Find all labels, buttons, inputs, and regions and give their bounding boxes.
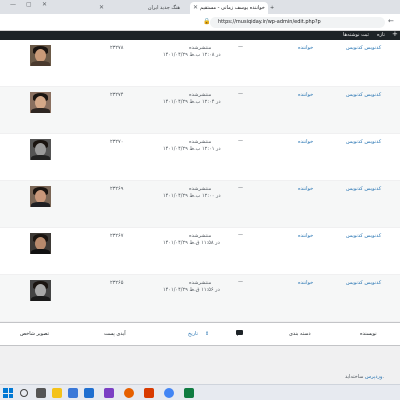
store-icon[interactable] xyxy=(68,388,78,398)
featured-image-thumbnail[interactable] xyxy=(30,280,51,301)
column-author: نویسنده xyxy=(360,331,377,337)
column-date-sort[interactable]: تاریخ xyxy=(188,331,198,337)
windows-taskbar xyxy=(0,384,400,400)
table-row[interactable]: کدنویس کدنویس خواننده — منتشرشده ۱۴۰۱/۰۴… xyxy=(0,40,400,87)
column-featured-image: تصویر شاخص xyxy=(20,331,49,337)
tab-title: خواننده یوسف زمانی - مستقیم xyxy=(200,5,265,11)
post-date: ۱۴۰۱/۰۴/۲۹ در ۱۱:۵۶ ق.ظ xyxy=(163,287,220,293)
firefox-icon[interactable] xyxy=(124,388,134,398)
browser-tab-active[interactable]: ✕ خواننده یوسف زمانی - مستقیم xyxy=(190,2,268,14)
add-new-icon[interactable]: + xyxy=(392,31,398,38)
minimize-icon[interactable]: — xyxy=(10,1,16,8)
comments-count: — xyxy=(238,232,243,238)
comments-count: — xyxy=(238,185,243,191)
post-status: منتشرشده xyxy=(189,139,212,145)
column-categories: دسته بندی xyxy=(289,331,311,337)
file-explorer-icon[interactable] xyxy=(52,388,62,398)
featured-image-thumbnail[interactable] xyxy=(30,139,51,160)
post-id: ۲۳۲۶۵ xyxy=(110,280,124,286)
wp-admin-bar: + تازه ثبت نوشته‌ها xyxy=(0,31,400,40)
browser-tab-other[interactable]: ✕ هنگ جدید ایران xyxy=(96,2,184,14)
table-footer-header: نویسنده دسته بندی تاریخ ⇕ آیدی پست تصویر… xyxy=(0,322,400,346)
maximize-icon[interactable]: ▢ xyxy=(26,1,32,8)
comments-count: — xyxy=(238,138,243,144)
search-icon[interactable] xyxy=(20,389,28,397)
table-row[interactable]: کدنویس کدنویس خواننده — منتشرشده ۱۴۰۱/۰۴… xyxy=(0,275,400,322)
post-status: منتشرشده xyxy=(189,186,212,192)
author-link[interactable]: کدنویس کدنویس xyxy=(346,280,381,286)
comments-count: — xyxy=(238,91,243,97)
featured-image-thumbnail[interactable] xyxy=(30,233,51,254)
post-date: ۱۴۰۱/۰۴/۲۹ در ۱۲:۰۸ ب.ظ xyxy=(163,52,221,58)
featured-image-thumbnail[interactable] xyxy=(30,45,51,66)
post-id: ۲۳۲۷۸ xyxy=(110,45,124,51)
task-view-icon[interactable] xyxy=(36,388,46,398)
close-tab-icon[interactable]: ✕ xyxy=(193,2,198,14)
close-window-icon[interactable]: ✕ xyxy=(42,1,47,8)
author-link[interactable]: کدنویس کدنویس xyxy=(346,92,381,98)
excel-icon[interactable] xyxy=(184,388,194,398)
category-link[interactable]: خواننده xyxy=(298,186,313,192)
media-player-icon[interactable] xyxy=(144,388,154,398)
url-input[interactable]: https://musiqiday.ir/wp-admin/edit.php?p xyxy=(210,17,385,28)
address-bar: ← 🔒 https://musiqiday.ir/wp-admin/edit.p… xyxy=(0,14,400,31)
featured-image-thumbnail[interactable] xyxy=(30,92,51,113)
visual-studio-icon[interactable] xyxy=(104,388,114,398)
column-post-id: آیدی پست xyxy=(104,331,126,337)
table-row[interactable]: کدنویس کدنویس خواننده — منتشرشده ۱۴۰۱/۰۴… xyxy=(0,134,400,181)
post-date: ۱۴۰۱/۰۴/۲۹ در ۱۱:۵۸ ق.ظ xyxy=(163,240,220,246)
author-link[interactable]: کدنویس کدنویس xyxy=(346,186,381,192)
post-id: ۲۳۲۷۰ xyxy=(110,139,124,145)
admin-new-link[interactable]: تازه xyxy=(377,32,385,39)
posts-table: کدنویس کدنویس خواننده — منتشرشده ۱۴۰۱/۰۴… xyxy=(0,40,400,322)
author-link[interactable]: کدنویس کدنویس xyxy=(346,139,381,145)
table-row[interactable]: کدنویس کدنویس خواننده — منتشرشده ۱۴۰۱/۰۴… xyxy=(0,228,400,275)
category-link[interactable]: خواننده xyxy=(298,92,313,98)
table-row[interactable]: کدنویس کدنویس خواننده — منتشرشده ۱۴۰۱/۰۴… xyxy=(0,181,400,228)
browser-tab-strip: ✕ خواننده یوسف زمانی - مستقیم + ✕ هنگ جد… xyxy=(0,0,400,14)
new-tab-icon[interactable]: + xyxy=(270,5,274,11)
wordpress-link[interactable]: وردپرس xyxy=(365,374,382,380)
admin-edit-posts-link[interactable]: ثبت نوشته‌ها xyxy=(343,32,369,39)
post-date: ۱۴۰۱/۰۴/۲۹ در ۱۲:۰۴ ب.ظ xyxy=(163,99,221,105)
post-date: ۱۴۰۱/۰۴/۲۹ در ۱۲:۰۰ ب.ظ xyxy=(163,193,221,199)
author-link[interactable]: کدنویس کدنویس xyxy=(346,45,381,51)
post-date: ۱۴۰۱/۰۴/۲۹ در ۱۲:۰۱ ب.ظ xyxy=(163,146,221,152)
category-link[interactable]: خواننده xyxy=(298,45,313,51)
category-link[interactable]: خواننده xyxy=(298,280,313,286)
post-status: منتشرشده xyxy=(189,233,212,239)
table-row[interactable]: کدنویس کدنویس خواننده — منتشرشده ۱۴۰۱/۰۴… xyxy=(0,87,400,134)
post-id: ۲۳۲۶۹ xyxy=(110,186,124,192)
category-link[interactable]: خواننده xyxy=(298,139,313,145)
tab-title: هنگ جدید ایران xyxy=(147,5,180,11)
comments-count: — xyxy=(238,279,243,285)
comments-column-icon[interactable] xyxy=(236,330,243,336)
author-link[interactable]: کدنویس کدنویس xyxy=(346,233,381,239)
close-tab-icon[interactable]: ✕ xyxy=(99,2,104,14)
post-id: ۲۳۲۷۴ xyxy=(110,92,124,98)
windows-start-icon[interactable] xyxy=(3,388,13,398)
footer-credit: وردپرس ساخته‌اید. xyxy=(345,374,384,380)
category-link[interactable]: خواننده xyxy=(298,233,313,239)
browser-tab[interactable]: + xyxy=(268,2,280,14)
post-status: منتشرشده xyxy=(189,280,212,286)
mail-icon[interactable] xyxy=(84,388,94,398)
post-id: ۲۳۲۶۷ xyxy=(110,233,124,239)
post-status: منتشرشده xyxy=(189,45,212,51)
back-icon[interactable]: ← xyxy=(388,17,394,25)
chrome-icon[interactable] xyxy=(164,388,174,398)
post-status: منتشرشده xyxy=(189,92,212,98)
featured-image-thumbnail[interactable] xyxy=(30,186,51,207)
comments-count: — xyxy=(238,44,243,50)
sort-arrows-icon[interactable]: ⇕ xyxy=(205,331,209,337)
